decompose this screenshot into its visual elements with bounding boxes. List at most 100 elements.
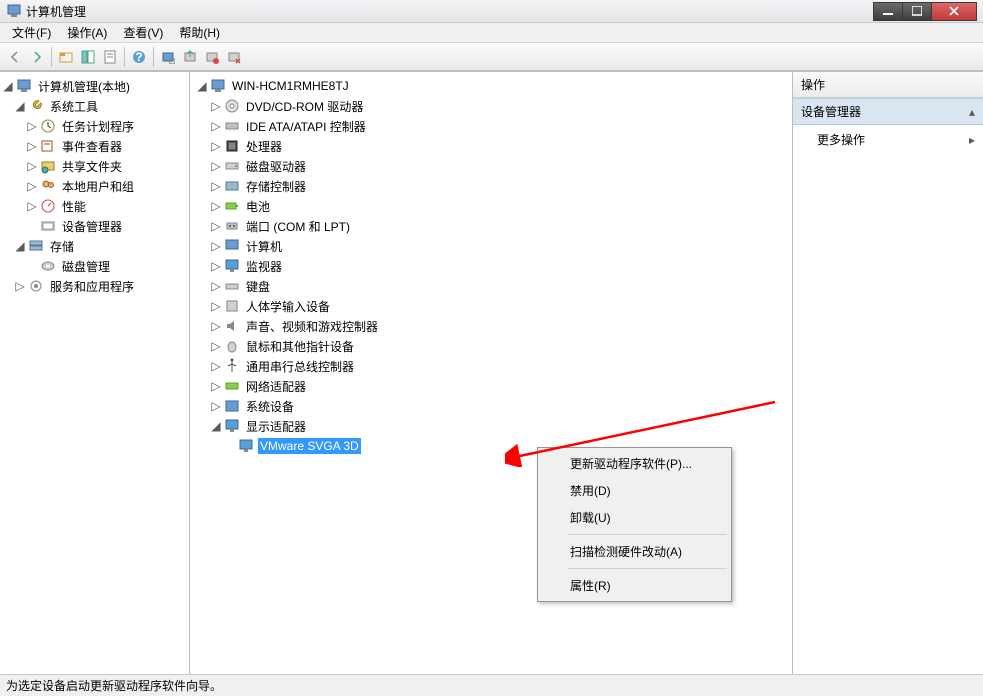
computer-mgmt-icon	[16, 78, 32, 94]
clock-icon	[40, 118, 56, 134]
menu-help[interactable]: 帮助(H)	[171, 22, 228, 43]
services-icon	[28, 278, 44, 294]
menubar: 文件(F) 操作(A) 查看(V) 帮助(H)	[0, 23, 983, 43]
status-text: 为选定设备启动更新驱动程序软件向导。	[6, 677, 222, 694]
event-icon	[40, 138, 56, 154]
scan-hw-button[interactable]	[157, 46, 179, 68]
ctx-separator	[568, 534, 727, 535]
dev-monitor[interactable]: ▷监视器	[192, 256, 790, 276]
update-driver-button[interactable]	[179, 46, 201, 68]
menu-file[interactable]: 文件(F)	[4, 22, 59, 43]
dev-ports[interactable]: ▷端口 (COM 和 LPT)	[192, 216, 790, 236]
keyboard-icon	[224, 278, 240, 294]
actions-section[interactable]: 设备管理器 ▴	[793, 98, 983, 125]
storage-ctrl-icon	[224, 178, 240, 194]
statusbar: 为选定设备启动更新驱动程序软件向导。	[0, 674, 983, 696]
dev-display[interactable]: ◢显示适配器	[192, 416, 790, 436]
ctx-properties[interactable]: 属性(R)	[540, 572, 729, 599]
minimize-button[interactable]	[873, 2, 903, 21]
dev-storage-ctrl[interactable]: ▷存储控制器	[192, 176, 790, 196]
toolbar: ?	[0, 43, 983, 71]
context-menu: 更新驱动程序软件(P)... 禁用(D) 卸载(U) 扫描检测硬件改动(A) 属…	[537, 447, 732, 602]
sysdev-icon	[224, 398, 240, 414]
forward-button[interactable]	[26, 46, 48, 68]
dev-dvd[interactable]: ▷DVD/CD-ROM 驱动器	[192, 96, 790, 116]
dev-keyboard[interactable]: ▷键盘	[192, 276, 790, 296]
tree-root[interactable]: ◢ 计算机管理(本地)	[2, 76, 187, 96]
properties-button[interactable]	[99, 46, 121, 68]
wrench-icon	[28, 98, 44, 114]
hdd-icon	[224, 158, 240, 174]
cpu-icon	[224, 138, 240, 154]
titlebar: 计算机管理	[0, 0, 983, 23]
help-button[interactable]: ?	[128, 46, 150, 68]
monitor-icon	[224, 258, 240, 274]
ctx-scan[interactable]: 扫描检测硬件改动(A)	[540, 538, 729, 565]
content: ◢ 计算机管理(本地) ◢系统工具 ▷任务计划程序 ▷事件查看器 ▷共享文件夹 …	[0, 71, 983, 674]
device-tree-panel[interactable]: ◢WIN-HCM1RMHE8TJ ▷DVD/CD-ROM 驱动器 ▷IDE AT…	[190, 72, 793, 674]
uninstall-button[interactable]	[201, 46, 223, 68]
actions-header: 操作	[793, 72, 983, 98]
close-button[interactable]	[931, 2, 977, 21]
tree-local-users[interactable]: ▷本地用户和组	[2, 176, 187, 196]
ctx-separator	[568, 568, 727, 569]
chevron-right-icon: ▸	[969, 133, 975, 147]
tree-disk-mgmt[interactable]: 磁盘管理	[2, 256, 187, 276]
dev-battery[interactable]: ▷电池	[192, 196, 790, 216]
up-button[interactable]	[55, 46, 77, 68]
dev-ide[interactable]: ▷IDE ATA/ATAPI 控制器	[192, 116, 790, 136]
port-icon	[224, 218, 240, 234]
storage-icon	[28, 238, 44, 254]
device-mgr-icon	[40, 218, 56, 234]
dev-computer[interactable]: ▷计算机	[192, 236, 790, 256]
dev-disk[interactable]: ▷磁盘驱动器	[192, 156, 790, 176]
dev-system[interactable]: ▷系统设备	[192, 396, 790, 416]
users-icon	[40, 178, 56, 194]
show-hide-tree-button[interactable]	[77, 46, 99, 68]
disable-button[interactable]	[223, 46, 245, 68]
dev-mouse[interactable]: ▷鼠标和其他指针设备	[192, 336, 790, 356]
collapse-icon: ▴	[969, 105, 975, 119]
tree-device-manager[interactable]: 设备管理器	[2, 216, 187, 236]
display-device-icon	[238, 438, 254, 454]
window-title: 计算机管理	[26, 3, 86, 20]
window-controls	[874, 2, 977, 21]
svg-text:?: ?	[135, 50, 142, 64]
pc-icon	[224, 238, 240, 254]
tree-performance[interactable]: ▷性能	[2, 196, 187, 216]
maximize-button[interactable]	[902, 2, 932, 21]
menu-view[interactable]: 查看(V)	[115, 22, 171, 43]
dev-usb[interactable]: ▷通用串行总线控制器	[192, 356, 790, 376]
menu-action[interactable]: 操作(A)	[59, 22, 115, 43]
ctx-disable[interactable]: 禁用(D)	[540, 477, 729, 504]
tree-storage[interactable]: ◢存储	[2, 236, 187, 256]
dev-network[interactable]: ▷网络适配器	[192, 376, 790, 396]
disk-icon	[40, 258, 56, 274]
display-adapter-icon	[224, 418, 240, 434]
ctx-uninstall[interactable]: 卸载(U)	[540, 504, 729, 531]
tree-event-viewer[interactable]: ▷事件查看器	[2, 136, 187, 156]
tree-task-scheduler[interactable]: ▷任务计划程序	[2, 116, 187, 136]
perf-icon	[40, 198, 56, 214]
share-icon	[40, 158, 56, 174]
actions-panel: 操作 设备管理器 ▴ 更多操作 ▸	[793, 72, 983, 674]
dev-root[interactable]: ◢WIN-HCM1RMHE8TJ	[192, 76, 790, 96]
back-button[interactable]	[4, 46, 26, 68]
sound-icon	[224, 318, 240, 334]
actions-more[interactable]: 更多操作 ▸	[793, 125, 983, 154]
dev-sound[interactable]: ▷声音、视频和游戏控制器	[192, 316, 790, 336]
computer-icon	[210, 78, 226, 94]
console-tree[interactable]: ◢ 计算机管理(本地) ◢系统工具 ▷任务计划程序 ▷事件查看器 ▷共享文件夹 …	[0, 72, 190, 674]
tree-services[interactable]: ▷服务和应用程序	[2, 276, 187, 296]
mouse-icon	[224, 338, 240, 354]
dev-hid[interactable]: ▷人体学输入设备	[192, 296, 790, 316]
dvd-icon	[224, 98, 240, 114]
ctx-update-driver[interactable]: 更新驱动程序软件(P)...	[540, 450, 729, 477]
battery-icon	[224, 198, 240, 214]
app-icon	[6, 3, 22, 19]
tree-shared-folders[interactable]: ▷共享文件夹	[2, 156, 187, 176]
network-icon	[224, 378, 240, 394]
tree-system-tools[interactable]: ◢系统工具	[2, 96, 187, 116]
dev-cpu[interactable]: ▷处理器	[192, 136, 790, 156]
hid-icon	[224, 298, 240, 314]
